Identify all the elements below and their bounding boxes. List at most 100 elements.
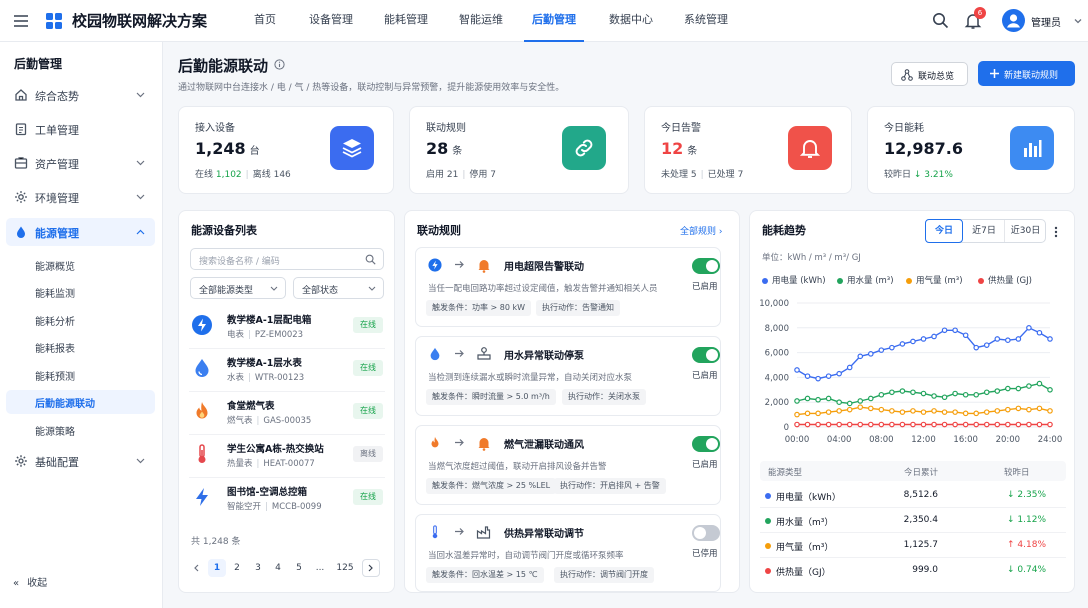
water-drop-icon [17, 226, 25, 238]
prev-page-button[interactable] [187, 559, 205, 577]
rule-card[interactable]: 用电超限告警联动 已启用 当任一配电回路功率超过设定阈值，触发告警并通知相关人员… [415, 247, 721, 327]
data-point [836, 399, 842, 406]
page-description: 通过物联网中台连接水 / 电 / 气 / 热等设备，联动控制与异常预警，提升能源… [178, 83, 565, 93]
page-button[interactable]: 3 [249, 559, 267, 577]
chevron-down-icon [368, 286, 376, 291]
avatar[interactable] [1002, 9, 1025, 32]
menu-icon[interactable] [12, 12, 30, 30]
sidebar-item-environment[interactable]: 环境管理 [6, 183, 155, 211]
status-badge: 在线 [353, 360, 383, 376]
tab-30-days[interactable]: 近30日 [1004, 220, 1046, 242]
nav-item-energy[interactable]: 能耗管理 [384, 0, 428, 42]
sidebar-item-assets[interactable]: 资产管理 [6, 149, 155, 177]
sidebar-item-overview[interactable]: 综合态势 [6, 81, 155, 109]
device-row[interactable]: 学生公寓A栋-热交换站 热量表 | HEAT-00077 离线 [189, 436, 385, 478]
rule-toggle[interactable] [692, 347, 720, 363]
gear-icon [15, 455, 27, 467]
data-point [867, 421, 874, 428]
data-point [899, 388, 906, 394]
data-point [973, 421, 980, 428]
nav-item-system[interactable]: 系统管理 [684, 0, 728, 42]
stat-value: 28 条 [426, 139, 462, 158]
collapse-button[interactable]: « 收起 [13, 574, 47, 589]
y-tick-label: 8,000 [765, 324, 789, 334]
nav-item-home[interactable]: 首页 [254, 0, 276, 42]
energy-trend-chart: 0 2,000 4,000 6,000 8,000 10,000 00:00 04:00 08:… [759, 299, 1063, 445]
data-point [889, 408, 895, 414]
sidebar-subitem-linkage[interactable]: 后勤能源联动 [6, 390, 155, 414]
nav-item-maintenance[interactable]: 智能运维 [459, 0, 503, 42]
overview-button[interactable]: 联动总览 [891, 62, 968, 86]
page-button[interactable]: 2 [228, 559, 246, 577]
page-button[interactable]: 5 [290, 559, 308, 577]
rule-toggle[interactable] [692, 436, 720, 452]
rule-toggle[interactable] [692, 525, 720, 541]
stat-sub-value: 1,102 [215, 170, 242, 180]
search-icon[interactable] [932, 12, 949, 29]
nav-item-devices[interactable]: 设备管理 [309, 0, 353, 42]
next-page-button[interactable] [362, 559, 380, 577]
device-row[interactable]: 教学楼A-1层配电箱 电表 | PZ-EM0023 在线 [189, 307, 385, 349]
device-row[interactable]: 食堂燃气表 燃气表 | GAS-00035 在线 [189, 393, 385, 435]
device-meta: 热量表 | HEAT-00077 [227, 459, 315, 469]
data-point [973, 410, 980, 417]
sidebar-item-config[interactable]: 基础配置 [6, 447, 155, 475]
stat-card-energy: 今日能耗 12,987.6 较昨日 ↓ 3.21% [867, 106, 1075, 194]
more-vertical-icon[interactable] [1053, 226, 1059, 238]
sidebar-item-work-orders[interactable]: 工单管理 [6, 115, 155, 143]
table-header-cell: 较昨日 [1004, 468, 1030, 478]
sidebar-subitem-monitoring[interactable]: 能耗监测 [6, 280, 155, 304]
all-rules-link[interactable]: 全部规则 › [680, 224, 723, 237]
sidebar-subitem-strategy[interactable]: 能源策略 [6, 418, 155, 442]
data-point [836, 421, 842, 428]
nav-item-data-center[interactable]: 数据中心 [609, 0, 653, 42]
data-point [846, 421, 853, 428]
page-button[interactable]: 1 [208, 559, 226, 577]
new-rule-button[interactable]: 新建联动规则 [978, 61, 1075, 86]
stat-value-number: 1,248 [195, 139, 246, 158]
x-tick-label: 24:00 [1038, 435, 1063, 445]
stat-label: 联动规则 [426, 123, 466, 134]
device-name: 学生公寓A栋-热交换站 [227, 444, 324, 455]
stat-unit: 台 [249, 146, 260, 157]
rule-card[interactable]: 用水异常联动停泵 已启用 当检测到连续漏水或瞬时流量异常，自动关闭对应水泵 触发… [415, 336, 721, 416]
stat-sub-label: 离线 [252, 170, 271, 180]
legend-label: 供热量 (GJ) [988, 276, 1032, 286]
rule-card[interactable]: 供热异常联动调节 已停用 当回水温差异常时，自动调节阀门开度或循环泵频率 触发条… [415, 514, 721, 592]
sidebar-subitem-label: 能耗监测 [35, 289, 75, 300]
rule-toggle[interactable] [692, 258, 720, 274]
sidebar-subitem-analysis[interactable]: 能耗分析 [6, 308, 155, 332]
rule-action: 执行动作：关闭水泵 [562, 389, 646, 405]
sidebar-subitem-reports[interactable]: 能耗报表 [6, 335, 155, 359]
data-point [1047, 387, 1053, 393]
energy-type-select[interactable]: 全部能源类型 [190, 277, 286, 299]
device-row[interactable]: 图书馆-空调总控箱 智能空开 | MCCB-0099 在线 [189, 479, 385, 521]
data-point [952, 327, 958, 334]
tab-7-days[interactable]: 近7日 [965, 220, 1003, 242]
sidebar-item-label: 基础配置 [35, 456, 79, 469]
stat-sub-value: 7 [737, 170, 744, 180]
data-point [1015, 421, 1022, 428]
device-search-input[interactable]: 搜索设备名称 / 编码 [190, 248, 384, 270]
thermometer-icon [432, 525, 438, 539]
device-meta: 智能空开 | MCCB-0099 [227, 502, 322, 512]
page-button[interactable]: 4 [269, 559, 287, 577]
sidebar-item-energy[interactable]: 能源管理 [6, 218, 155, 246]
user-name[interactable]: 管理员 [1031, 14, 1061, 29]
device-row[interactable]: 教学楼A-1层水表 水表 | WTR-00123 在线 [189, 350, 385, 392]
data-point [994, 408, 1001, 414]
data-point [931, 408, 937, 414]
tab-today[interactable]: 今日 [925, 219, 963, 243]
status-select[interactable]: 全部状态 [293, 277, 384, 299]
chevron-down-icon[interactable] [1074, 18, 1082, 24]
sidebar-subitem-energy-overview[interactable]: 能源概览 [6, 253, 155, 277]
data-point [983, 389, 990, 396]
device-code: HEAT-00077 [263, 459, 315, 469]
asset-icon [14, 157, 28, 169]
info-icon[interactable] [274, 59, 285, 70]
sidebar-subitem-forecast[interactable]: 能耗预测 [6, 363, 155, 387]
data-point [794, 411, 800, 418]
nav-item-logistics[interactable]: 后勤管理 [524, 0, 584, 42]
page-button[interactable]: 125 [334, 559, 356, 577]
rule-card[interactable]: 燃气泄漏联动通风 已启用 当燃气浓度超过阈值，联动开启排风设备并告警 触发条件：… [415, 425, 721, 505]
